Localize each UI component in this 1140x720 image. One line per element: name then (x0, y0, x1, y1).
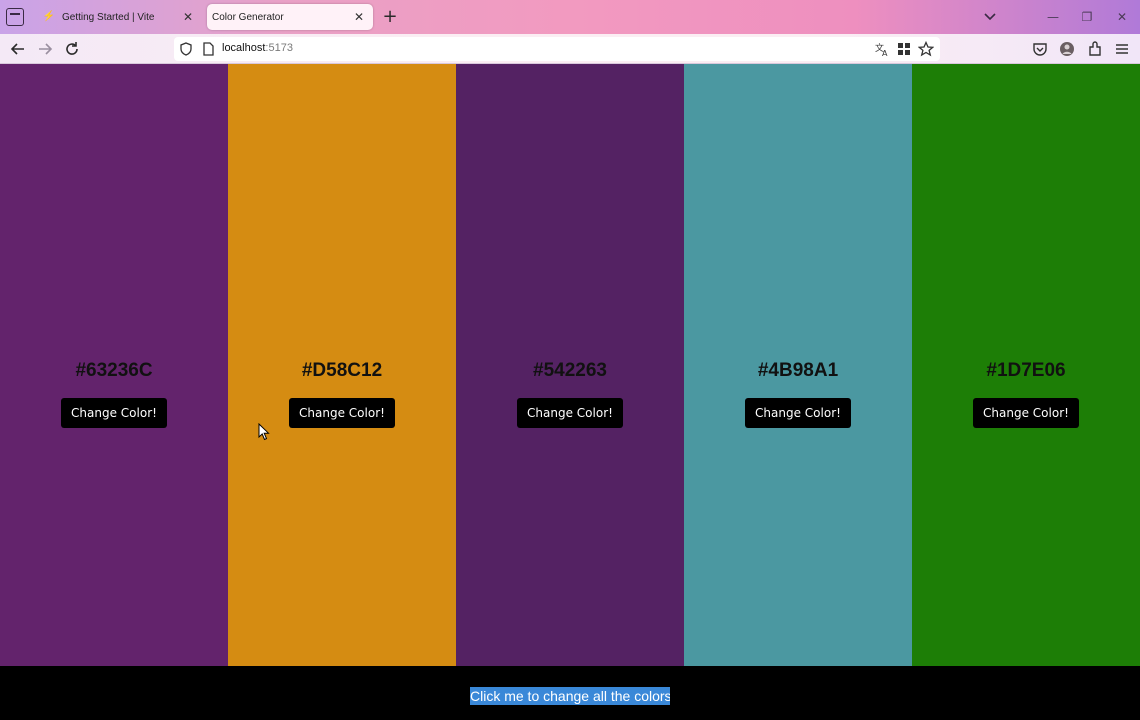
navigation-bar: localhost:5173 文 A (0, 34, 1140, 64)
tab-getting-started[interactable]: ⚡ Getting Started | Vite ✕ (36, 4, 202, 30)
account-icon[interactable] (1058, 40, 1076, 58)
tab-title: Color Generator (212, 11, 284, 23)
vite-icon: ⚡ (42, 11, 56, 22)
extensions-icon[interactable] (1086, 40, 1104, 58)
url-host: localhost (222, 42, 266, 54)
change-color-button[interactable]: Change Color! (289, 398, 395, 428)
extensions-grid-icon[interactable] (896, 41, 912, 57)
chevron-down-icon[interactable] (981, 9, 999, 25)
svg-text:A: A (882, 49, 888, 57)
color-generator-page: #63236C Change Color! #D58C12 Change Col… (0, 64, 1140, 720)
reload-icon[interactable] (63, 40, 81, 58)
forward-icon[interactable] (36, 40, 54, 58)
menu-icon[interactable] (1113, 40, 1131, 58)
color-column: #542263 Change Color! (456, 64, 684, 666)
page-icon[interactable] (203, 42, 214, 56)
change-color-button[interactable]: Change Color! (745, 398, 851, 428)
color-column: #1D7E06 Change Color! (912, 64, 1140, 666)
hex-code: #542263 (533, 360, 607, 381)
url-port: :5173 (265, 42, 293, 54)
change-all-colors-button[interactable]: Click me to change all the colors! (470, 687, 670, 705)
tab-bar: ⚡ Getting Started | Vite ✕ Color Generat… (0, 0, 1140, 34)
footer-bar: Click me to change all the colors! (0, 666, 1140, 720)
color-columns: #63236C Change Color! #D58C12 Change Col… (0, 64, 1140, 666)
change-color-button[interactable]: Change Color! (61, 398, 167, 428)
pocket-icon[interactable] (1031, 40, 1049, 58)
url-text[interactable]: localhost:5173 (222, 42, 293, 54)
color-column: #63236C Change Color! (0, 64, 228, 666)
restore-icon[interactable]: ❐ (1077, 7, 1097, 27)
new-tab-button[interactable]: + (381, 7, 399, 27)
change-color-button[interactable]: Change Color! (517, 398, 623, 428)
hex-code: #1D7E06 (986, 360, 1066, 381)
hex-code: #4B98A1 (757, 360, 839, 381)
url-bar[interactable]: localhost:5173 文 A (174, 37, 940, 61)
minimize-icon[interactable]: — (1043, 7, 1063, 27)
hex-code: #D58C12 (301, 360, 383, 381)
translate-icon[interactable]: 文 A (874, 41, 890, 57)
tab-list-icon[interactable] (6, 8, 24, 26)
change-color-button[interactable]: Change Color! (973, 398, 1079, 428)
tab-color-generator[interactable]: Color Generator ✕ (207, 4, 373, 30)
tab-title: Getting Started | Vite (62, 11, 155, 23)
close-icon[interactable]: ✕ (1112, 7, 1132, 27)
hex-code: #63236C (75, 360, 153, 381)
bookmark-star-icon[interactable] (918, 41, 934, 57)
color-column: #D58C12 Change Color! (228, 64, 456, 666)
color-column: #4B98A1 Change Color! (684, 64, 912, 666)
mouse-cursor-icon (258, 423, 270, 441)
tab-close-icon[interactable]: ✕ (180, 9, 196, 25)
back-icon[interactable] (9, 40, 27, 58)
shield-icon[interactable] (180, 42, 192, 56)
tab-close-icon[interactable]: ✕ (351, 9, 367, 25)
